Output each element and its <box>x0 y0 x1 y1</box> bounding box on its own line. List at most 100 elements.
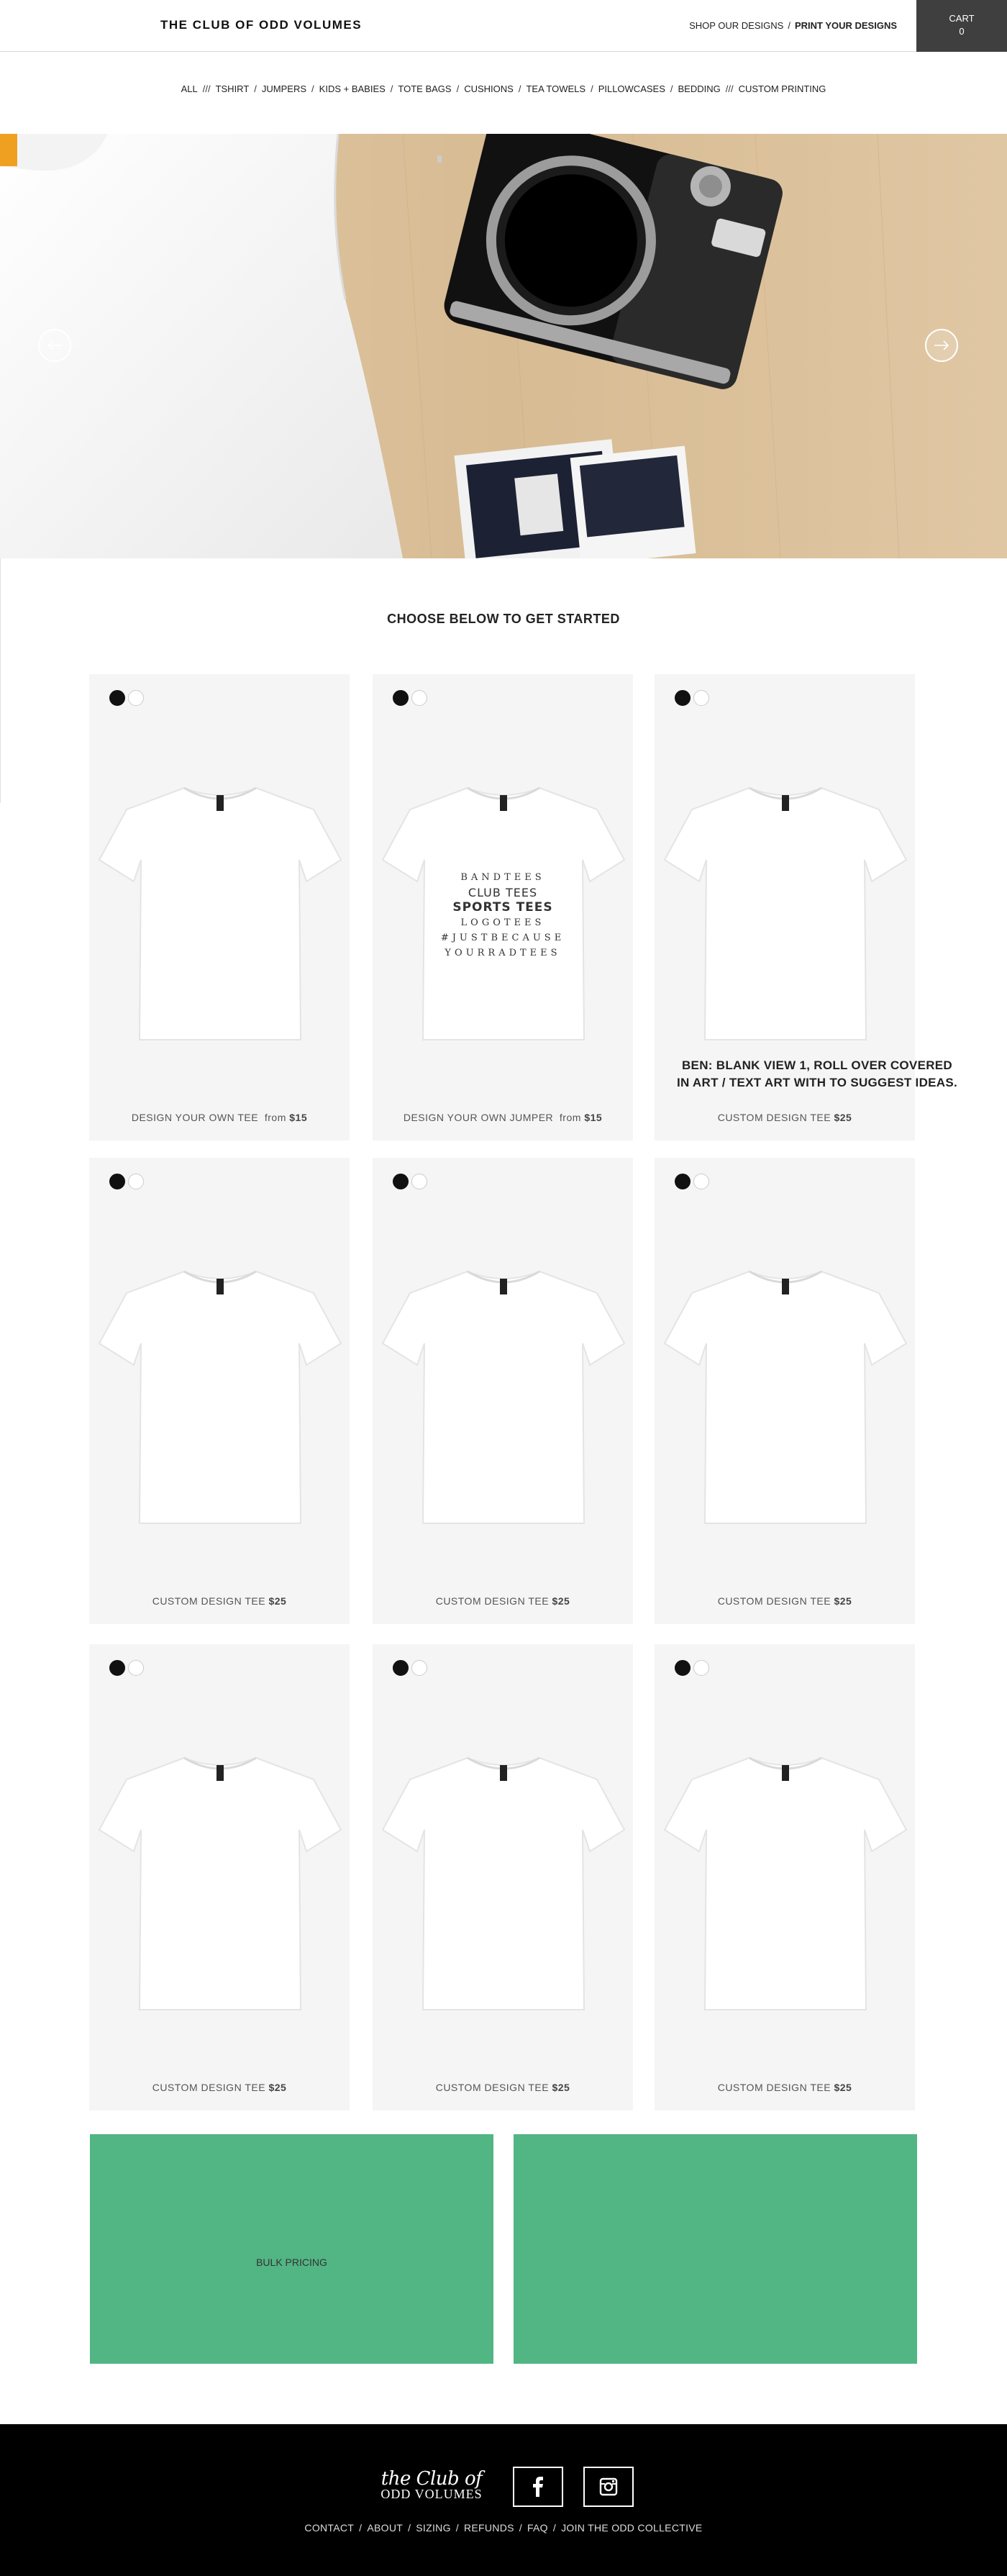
product-card[interactable]: BANDTEES CLUB TEES SPORTS TEES LOGOTEES … <box>373 674 633 1140</box>
category-separator: / <box>254 83 257 94</box>
product-card[interactable]: DESIGN YOUR OWN TEE from $15 <box>89 674 350 1140</box>
swatch-white[interactable] <box>411 1660 427 1676</box>
footer-logo[interactable]: the Club of ODD VOLUMES <box>374 2469 489 2509</box>
footer-separator: / <box>408 2522 411 2534</box>
slider-next-button[interactable] <box>925 329 958 362</box>
product-name: CUSTOM DESIGN TEE <box>152 1595 266 1607</box>
nav-separator: / <box>788 20 790 31</box>
product-price: $25 <box>834 1595 852 1607</box>
swatch-black[interactable] <box>109 1660 125 1676</box>
tshirt-image <box>381 1270 626 1524</box>
product-label: CUSTOM DESIGN TEE $25 <box>655 2082 915 2110</box>
product-card[interactable]: CUSTOM DESIGN TEE $25 <box>655 1158 915 1624</box>
product-label: CUSTOM DESIGN TEE $25 <box>655 1112 915 1140</box>
product-card[interactable]: CUSTOM DESIGN TEE $25 <box>89 1158 350 1624</box>
swatch-black[interactable] <box>675 1660 691 1676</box>
category-separator: /// <box>725 83 734 94</box>
color-swatches <box>109 1660 144 1676</box>
color-swatches <box>109 1174 144 1189</box>
swatch-black[interactable] <box>393 1174 409 1189</box>
product-card[interactable]: CUSTOM DESIGN TEE $25 <box>373 1644 633 2110</box>
swatch-white[interactable] <box>693 1174 709 1189</box>
footer-separator: / <box>552 2522 557 2534</box>
swatch-black[interactable] <box>393 1660 409 1676</box>
product-name: CUSTOM DESIGN TEE <box>717 2082 831 2093</box>
swatch-white[interactable] <box>128 1660 144 1676</box>
price-prefix: from <box>559 1112 581 1123</box>
category-cushions[interactable]: CUSHIONS <box>464 83 514 94</box>
category-separator: /// <box>202 83 211 94</box>
swatch-black[interactable] <box>675 1174 691 1189</box>
tshirt-image <box>663 786 908 1040</box>
product-name: CUSTOM DESIGN TEE <box>435 1595 550 1607</box>
swatch-white[interactable] <box>693 1660 709 1676</box>
swatch-white[interactable] <box>411 1174 427 1189</box>
footer-link-contact[interactable]: CONTACT <box>304 2522 354 2534</box>
category-tshirt[interactable]: TSHIRT <box>216 83 250 94</box>
cart-label: CART <box>949 13 975 24</box>
footer-link-faq[interactable]: FAQ <box>527 2522 548 2534</box>
swatch-white[interactable] <box>128 690 144 706</box>
footer-logo-script: the Club of <box>381 2468 483 2490</box>
product-card[interactable]: CUSTOM DESIGN TEE $25 <box>655 1644 915 2110</box>
color-swatches <box>393 1660 427 1676</box>
product-label: CUSTOM DESIGN TEE $25 <box>373 2082 633 2110</box>
product-label: CUSTOM DESIGN TEE $25 <box>373 1595 633 1624</box>
category-separator: / <box>591 83 593 94</box>
tshirt-image <box>381 1756 626 2010</box>
category-all[interactable]: ALL <box>181 83 198 94</box>
swatch-white[interactable] <box>128 1174 144 1189</box>
instagram-button[interactable] <box>583 2467 634 2507</box>
cart-button[interactable]: CART 0 <box>916 0 1007 52</box>
product-label: DESIGN YOUR OWN TEE from $15 <box>89 1112 350 1140</box>
category-kids-babies[interactable]: KIDS + BABIES <box>319 83 386 94</box>
category-separator: / <box>518 83 521 94</box>
promo-block[interactable] <box>514 2134 917 2364</box>
category-tea-towels[interactable]: TEA TOWELS <box>526 83 585 94</box>
product-label: CUSTOM DESIGN TEE $25 <box>89 2082 350 2110</box>
brand-logo[interactable]: THE CLUB OF ODD VOLUMES <box>160 18 362 32</box>
swatch-white[interactable] <box>693 690 709 706</box>
footer-logo-caps: ODD VOLUMES <box>381 2487 483 2501</box>
slider-prev-button[interactable] <box>38 329 71 362</box>
tshirt-image <box>663 1270 908 1524</box>
product-price: $25 <box>834 1112 852 1123</box>
swatch-black[interactable] <box>109 1174 125 1189</box>
footer-link-join[interactable]: JOIN THE ODD COLLECTIVE <box>561 2522 702 2534</box>
product-price: $25 <box>268 1595 287 1607</box>
category-nav: ALL /// TSHIRT / JUMPERS / KIDS + BABIES / TOTE … <box>0 83 1007 94</box>
bulk-pricing-block[interactable]: BULK PRICING <box>90 2134 493 2364</box>
note-line: IN ART / TEXT ART WITH TO SUGGEST IDEAS. <box>676 1076 958 1089</box>
product-card[interactable]: CUSTOM DESIGN TEE $25 <box>89 1644 350 2110</box>
product-name: DESIGN YOUR OWN TEE <box>131 1112 259 1123</box>
swatch-black[interactable] <box>675 690 691 706</box>
facebook-button[interactable] <box>513 2467 563 2507</box>
footer-links: CONTACT / ABOUT / SIZING / REFUNDS / FAQ / JOIN TH… <box>0 2522 1007 2534</box>
facebook-icon <box>533 2477 543 2497</box>
category-tote-bags[interactable]: TOTE BAGS <box>398 83 451 94</box>
category-pillowcases[interactable]: PILLOWCASES <box>598 83 665 94</box>
category-bedding[interactable]: BEDDING <box>678 83 721 94</box>
footer-link-about[interactable]: ABOUT <box>367 2522 403 2534</box>
color-swatches <box>109 690 144 706</box>
section-title: CHOOSE BELOW TO GET STARTED <box>387 612 620 626</box>
category-jumpers[interactable]: JUMPERS <box>262 83 306 94</box>
footer-link-refunds[interactable]: REFUNDS <box>464 2522 514 2534</box>
print-your-designs-link[interactable]: PRINT YOUR DESIGNS <box>795 20 897 31</box>
category-custom-printing[interactable]: CUSTOM PRINTING <box>739 83 826 94</box>
tshirt-image <box>663 1756 908 2010</box>
swatch-white[interactable] <box>411 690 427 706</box>
hero-image <box>0 134 1007 558</box>
product-name: CUSTOM DESIGN TEE <box>717 1112 831 1123</box>
color-swatches <box>675 690 709 706</box>
shop-our-designs-link[interactable]: SHOP OUR DESIGNS <box>689 20 783 31</box>
product-card[interactable]: CUSTOM DESIGN TEE $25 <box>373 1158 633 1624</box>
swatch-black[interactable] <box>393 690 409 706</box>
product-price: $25 <box>834 2082 852 2093</box>
swatch-black[interactable] <box>109 690 125 706</box>
footer-separator: / <box>359 2522 363 2534</box>
tshirt-image <box>381 786 626 1040</box>
product-price: $25 <box>268 2082 287 2093</box>
footer-link-sizing[interactable]: SIZING <box>416 2522 450 2534</box>
product-price: $25 <box>552 1595 570 1607</box>
